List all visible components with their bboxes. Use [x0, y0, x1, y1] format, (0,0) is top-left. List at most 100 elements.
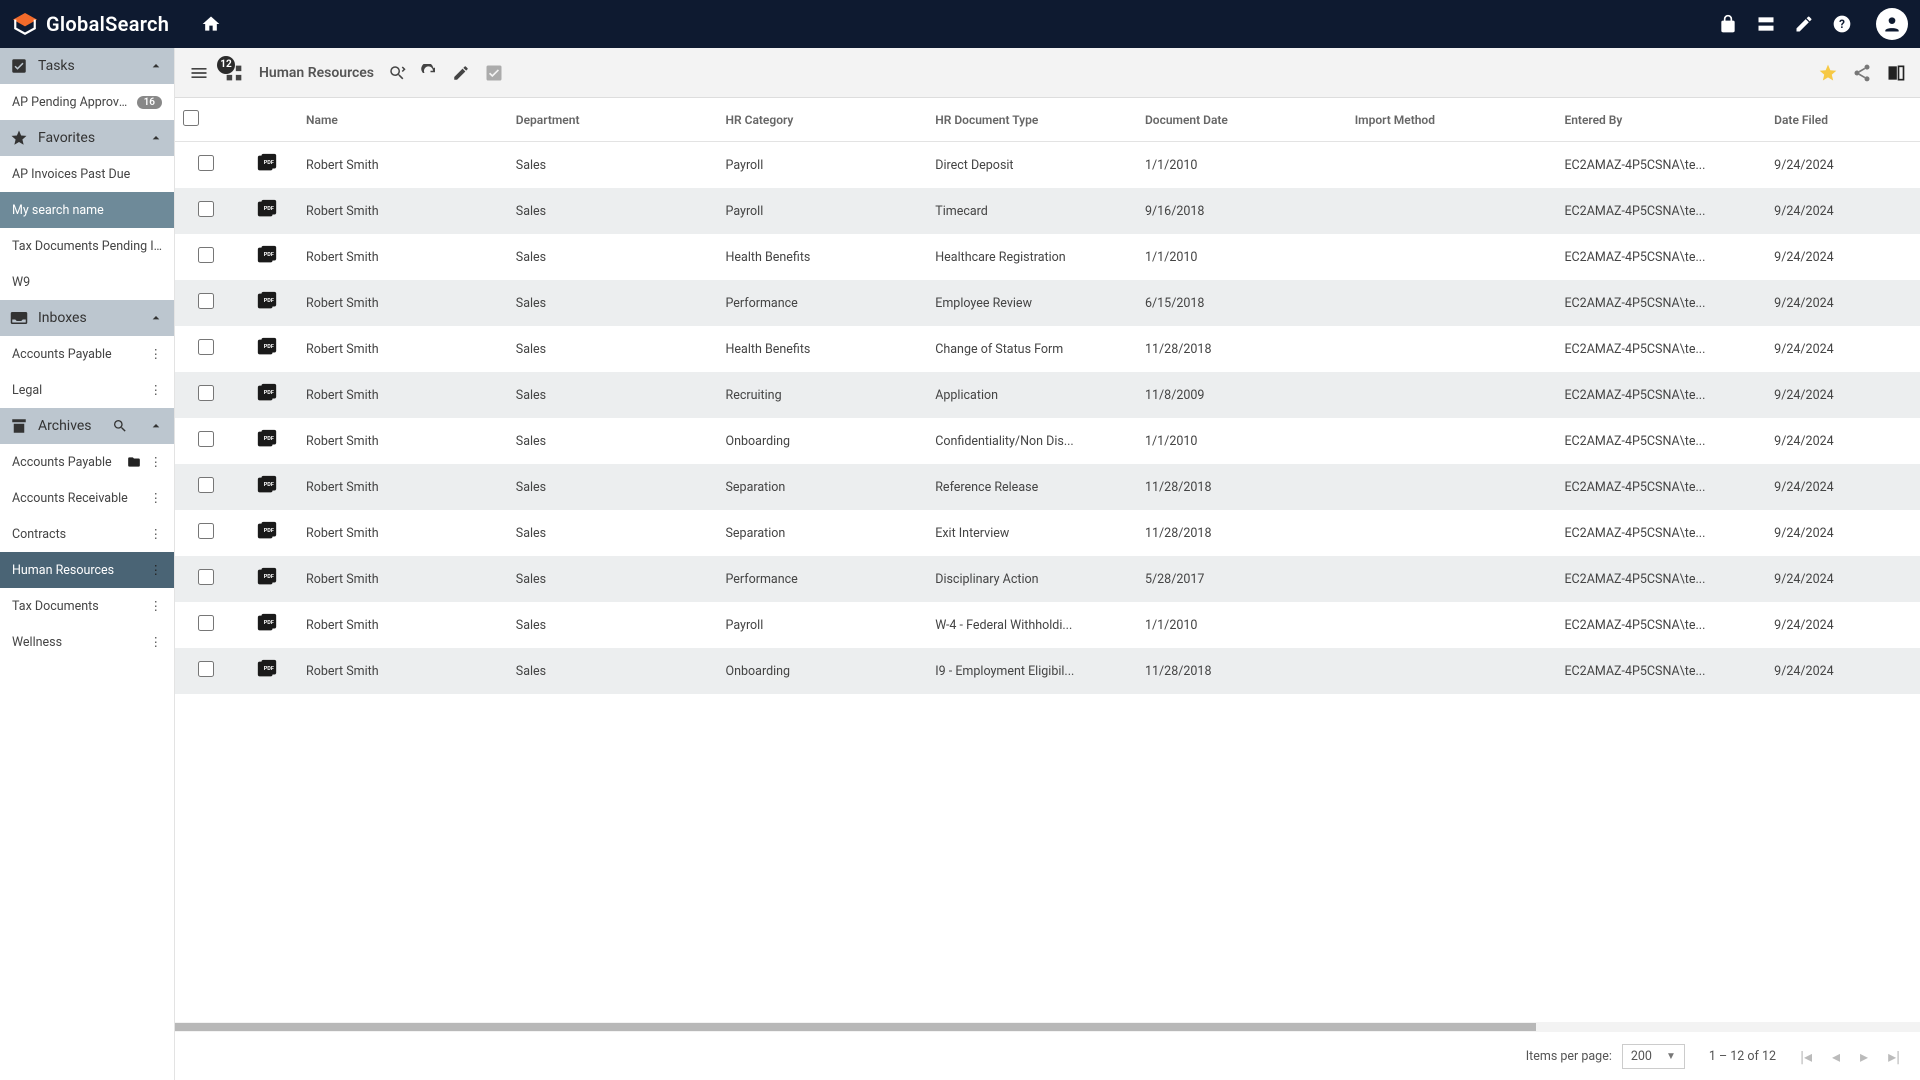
first-page-icon[interactable]: |◂ — [1800, 1047, 1812, 1066]
sidebar-item-w9[interactable]: W9 — [0, 264, 174, 300]
pdf-icon[interactable]: PDF — [256, 566, 278, 588]
share-icon[interactable] — [1852, 63, 1872, 83]
pdf-icon[interactable]: PDF — [256, 612, 278, 634]
sidebar-item-archive-ap[interactable]: Accounts Payable⋮ — [0, 444, 174, 480]
sidebar-item-archive-contracts[interactable]: Contracts⋮ — [0, 516, 174, 552]
panel-toggle-icon[interactable] — [1886, 63, 1906, 83]
help-icon[interactable]: ? — [1832, 14, 1852, 34]
refresh-icon[interactable] — [420, 64, 438, 82]
pdf-icon[interactable]: PDF — [256, 152, 278, 174]
sidebar-item-label: AP Pending Approval — [12, 95, 129, 110]
row-checkbox[interactable] — [198, 201, 214, 217]
sidebar-item-ap-invoices-past-due[interactable]: AP Invoices Past Due — [0, 156, 174, 192]
row-checkbox[interactable] — [198, 523, 214, 539]
kebab-icon[interactable]: ⋮ — [150, 346, 163, 362]
sidebar: Tasks AP Pending Approval 16 Favorites A… — [0, 48, 175, 1080]
sidebar-section-favorites[interactable]: Favorites — [0, 120, 174, 156]
col-department[interactable]: Department — [508, 98, 718, 142]
table-row[interactable]: PDFRobert SmithSalesPerformanceEmployee … — [175, 280, 1920, 326]
page-size-select[interactable]: 200 ▼ — [1622, 1044, 1685, 1069]
table-row[interactable]: PDFRobert SmithSalesHealth BenefitsHealt… — [175, 234, 1920, 280]
sidebar-item-archive-wellness[interactable]: Wellness⋮ — [0, 624, 174, 660]
col-import-method[interactable]: Import Method — [1347, 98, 1557, 142]
horizontal-scrollbar[interactable] — [175, 1022, 1920, 1032]
sidebar-section-archives[interactable]: Archives — [0, 408, 174, 444]
pdf-icon[interactable]: PDF — [256, 382, 278, 404]
table-row[interactable]: PDFRobert SmithSalesHealth BenefitsChang… — [175, 326, 1920, 372]
row-checkbox[interactable] — [198, 247, 214, 263]
col-hr-category[interactable]: HR Category — [718, 98, 928, 142]
col-hr-doc-type[interactable]: HR Document Type — [927, 98, 1137, 142]
sidebar-item-my-search-name[interactable]: My search name — [0, 192, 174, 228]
sidebar-item-tax-docs-pending[interactable]: Tax Documents Pending Inde... — [0, 228, 174, 264]
sidebar-item-archive-tax[interactable]: Tax Documents⋮ — [0, 588, 174, 624]
pdf-icon[interactable]: PDF — [256, 290, 278, 312]
row-checkbox[interactable] — [198, 431, 214, 447]
col-document-date[interactable]: Document Date — [1137, 98, 1347, 142]
sidebar-item-ap-pending[interactable]: AP Pending Approval 16 — [0, 84, 174, 120]
cell-document-date: 11/28/2018 — [1137, 326, 1347, 372]
row-checkbox[interactable] — [198, 615, 214, 631]
prev-page-icon[interactable]: ◂ — [1832, 1047, 1840, 1066]
last-page-icon[interactable]: ▸| — [1888, 1047, 1900, 1066]
col-date-filed[interactable]: Date Filed — [1766, 98, 1920, 142]
lock-icon[interactable] — [1718, 14, 1738, 34]
row-checkbox[interactable] — [198, 339, 214, 355]
row-checkbox[interactable] — [198, 661, 214, 677]
sidebar-item-archive-ar[interactable]: Accounts Receivable⋮ — [0, 480, 174, 516]
kebab-icon[interactable]: ⋮ — [150, 382, 163, 398]
pdf-icon[interactable]: PDF — [256, 336, 278, 358]
menu-icon[interactable] — [189, 63, 209, 83]
pdf-icon[interactable]: PDF — [256, 244, 278, 266]
cell-date-filed: 9/24/2024 — [1766, 372, 1920, 418]
row-checkbox[interactable] — [198, 293, 214, 309]
next-page-icon[interactable]: ▸ — [1860, 1047, 1868, 1066]
row-checkbox[interactable] — [198, 155, 214, 171]
tasks-icon — [10, 57, 28, 75]
home-icon[interactable] — [201, 14, 221, 34]
table-row[interactable]: PDFRobert SmithSalesPayrollTimecard9/16/… — [175, 188, 1920, 234]
pdf-icon[interactable]: PDF — [256, 198, 278, 220]
kebab-icon[interactable]: ⋮ — [150, 454, 163, 470]
table-row[interactable]: PDFRobert SmithSalesPerformanceDisciplin… — [175, 556, 1920, 602]
table-row[interactable]: PDFRobert SmithSalesSeparationExit Inter… — [175, 510, 1920, 556]
compose-icon[interactable] — [1794, 14, 1814, 34]
col-name[interactable]: Name — [298, 98, 508, 142]
pdf-icon[interactable]: PDF — [256, 474, 278, 496]
kebab-icon[interactable]: ⋮ — [150, 526, 163, 542]
row-checkbox[interactable] — [198, 477, 214, 493]
results-icon[interactable]: 12 — [223, 62, 245, 84]
edit-icon[interactable] — [452, 64, 470, 82]
kebab-icon[interactable]: ⋮ — [150, 598, 163, 614]
search-icon[interactable] — [112, 418, 128, 434]
cell-hr-doc-type: Timecard — [927, 188, 1137, 234]
table-row[interactable]: PDFRobert SmithSalesPayrollW-4 - Federal… — [175, 602, 1920, 648]
kebab-icon[interactable]: ⋮ — [150, 490, 163, 506]
table-row[interactable]: PDFRobert SmithSalesSeparationReference … — [175, 464, 1920, 510]
kebab-icon[interactable]: ⋮ — [150, 562, 163, 578]
favorite-star-icon[interactable] — [1818, 63, 1838, 83]
sidebar-item-inbox-ap[interactable]: Accounts Payable⋮ — [0, 336, 174, 372]
user-avatar-icon[interactable] — [1876, 8, 1908, 40]
table-row[interactable]: PDFRobert SmithSalesRecruitingApplicatio… — [175, 372, 1920, 418]
server-icon[interactable] — [1756, 14, 1776, 34]
table-row[interactable]: PDFRobert SmithSalesOnboardingConfidenti… — [175, 418, 1920, 464]
pdf-icon[interactable]: PDF — [256, 428, 278, 450]
table-row[interactable]: PDFRobert SmithSalesOnboardingI9 - Emplo… — [175, 648, 1920, 694]
sidebar-item-archive-hr[interactable]: Human Resources⋮ — [0, 552, 174, 588]
checklist-icon[interactable] — [484, 63, 504, 83]
select-all-checkbox[interactable] — [183, 110, 199, 126]
pdf-icon[interactable]: PDF — [256, 520, 278, 542]
sidebar-item-inbox-legal[interactable]: Legal⋮ — [0, 372, 174, 408]
advanced-search-icon[interactable] — [388, 64, 406, 82]
table-row[interactable]: PDFRobert SmithSalesPayrollDirect Deposi… — [175, 142, 1920, 189]
pdf-icon[interactable]: PDF — [256, 658, 278, 680]
cell-date-filed: 9/24/2024 — [1766, 464, 1920, 510]
row-checkbox[interactable] — [198, 569, 214, 585]
col-entered-by[interactable]: Entered By — [1556, 98, 1766, 142]
sidebar-section-tasks[interactable]: Tasks — [0, 48, 174, 84]
row-checkbox[interactable] — [198, 385, 214, 401]
sidebar-section-inboxes[interactable]: Inboxes — [0, 300, 174, 336]
kebab-icon[interactable]: ⋮ — [150, 634, 163, 650]
cell-entered-by: EC2AMAZ-4P5CSNA\te... — [1556, 418, 1766, 464]
